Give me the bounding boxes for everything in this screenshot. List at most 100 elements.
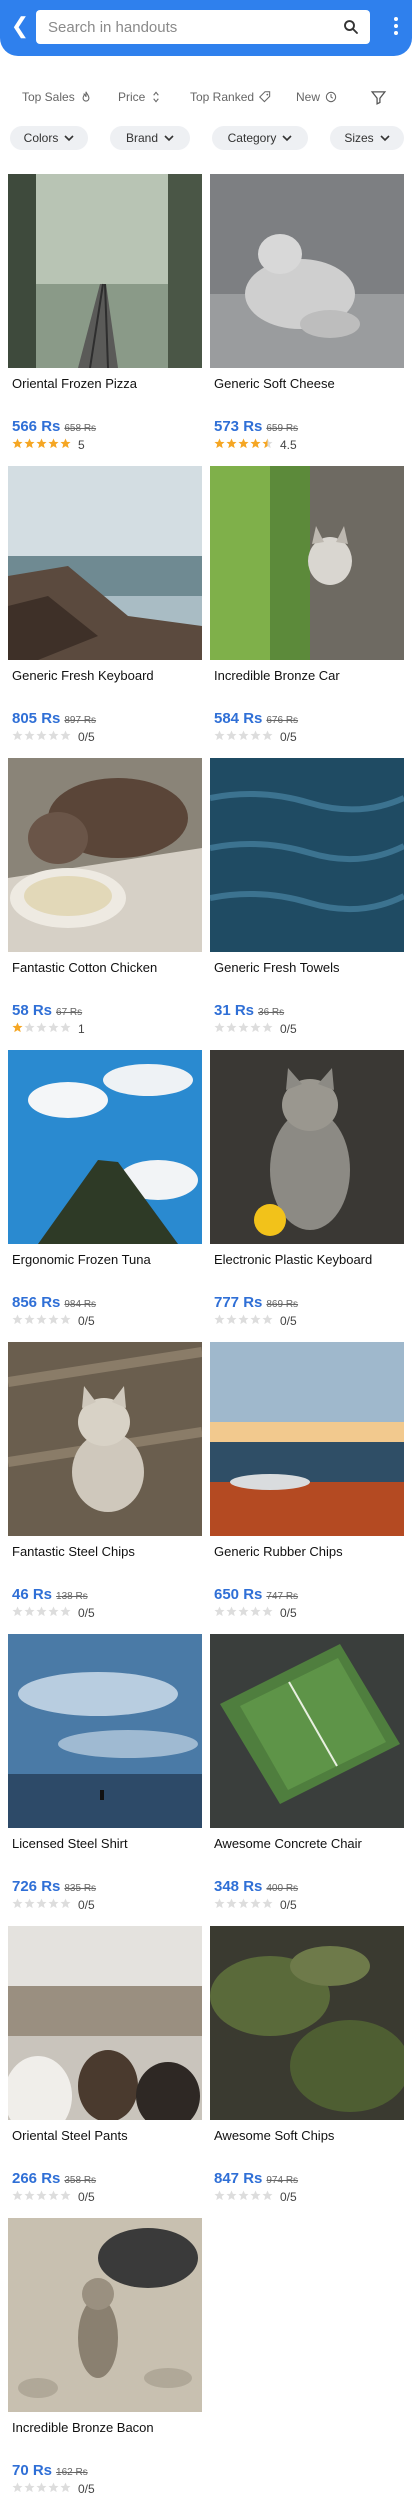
clock-icon <box>325 91 337 103</box>
chevron-down-icon <box>380 135 390 142</box>
star-icon <box>48 1606 59 1617</box>
current-price: 566 Rs <box>12 418 61 435</box>
product-image <box>210 1342 404 1536</box>
flame-icon <box>82 91 90 102</box>
star-icon <box>226 1022 237 1033</box>
star-icon <box>238 730 249 741</box>
product-price: 266 Rs 358 Rs <box>12 2170 96 2187</box>
product-title: Oriental Steel Pants <box>12 2128 128 2143</box>
product-title: Licensed Steel Shirt <box>12 1836 128 1851</box>
star-icon <box>48 730 59 741</box>
product-card[interactable]: Oriental Steel Pants 266 Rs 358 Rs 0/5 <box>8 1926 202 2218</box>
product-price: 650 Rs 747 Rs <box>214 1586 298 1603</box>
sort-top-ranked[interactable]: Top Ranked <box>190 90 272 104</box>
chevron-down-icon <box>164 135 174 142</box>
product-rating: 0/5 <box>12 1314 95 1328</box>
rating-stars <box>214 1898 274 1912</box>
star-icon <box>250 2190 261 2201</box>
filter-label: Brand <box>125 131 159 145</box>
sort-top-sales[interactable]: Top Sales <box>22 90 93 104</box>
star-icon <box>238 1022 249 1033</box>
star-icon <box>214 730 225 741</box>
old-price: 400 Rs <box>266 1883 299 1894</box>
old-price: 138 Rs <box>56 1591 88 1602</box>
current-price: 805 Rs <box>12 710 61 727</box>
star-icon <box>12 1314 23 1325</box>
product-rating: 0/5 <box>12 730 95 744</box>
star-icon <box>24 2190 35 2201</box>
rating-text: 0/5 <box>280 730 297 744</box>
product-title: Awesome Soft Chips <box>214 2128 335 2143</box>
product-card[interactable]: Generic Fresh Keyboard 805 Rs 897 Rs 0/5 <box>8 466 202 758</box>
filter-bar: Colors Brand Category Sizes <box>0 122 412 156</box>
current-price: 847 Rs <box>214 2170 263 2187</box>
star-icon <box>36 1314 47 1325</box>
old-price: 897 Rs <box>64 715 97 726</box>
current-price: 650 Rs <box>214 1586 263 1603</box>
current-price: 31 Rs <box>214 1002 255 1019</box>
star-icon <box>12 1606 23 1617</box>
filter-category[interactable]: Category <box>212 126 308 150</box>
product-card[interactable]: Licensed Steel Shirt 726 Rs 835 Rs 0/5 <box>8 1634 202 1926</box>
more-options-icon[interactable] <box>388 14 404 40</box>
product-card[interactable]: Fantastic Steel Chips 46 Rs 138 Rs 0/5 <box>8 1342 202 1634</box>
search-input[interactable] <box>36 10 338 44</box>
filter-colors[interactable]: Colors <box>10 126 88 150</box>
star-icon <box>24 730 35 741</box>
back-arrow-icon[interactable]: ❮ <box>10 14 30 38</box>
filter-icon[interactable] <box>370 89 387 106</box>
product-card[interactable]: Generic Rubber Chips 650 Rs 747 Rs 0/5 <box>210 1342 404 1634</box>
product-image <box>210 466 404 660</box>
rating-text: 0/5 <box>280 1314 297 1328</box>
star-icon <box>36 1606 47 1617</box>
current-price: 70 Rs <box>12 2462 53 2479</box>
product-price: 726 Rs 835 Rs <box>12 1878 96 1895</box>
rating-stars <box>12 1314 72 1328</box>
sort-new[interactable]: New <box>296 90 338 104</box>
search-icon[interactable] <box>342 18 360 36</box>
rating-text: 4.5 <box>280 438 297 452</box>
filter-brand[interactable]: Brand <box>110 126 190 150</box>
star-icon <box>226 730 237 741</box>
star-icon <box>60 1022 71 1033</box>
rating-stars <box>214 1314 274 1328</box>
product-card[interactable]: Awesome Concrete Chair 348 Rs 400 Rs 0/5 <box>210 1634 404 1926</box>
product-card[interactable]: Generic Soft Cheese 573 Rs 659 Rs 4.5 <box>210 174 404 466</box>
product-rating: 0/5 <box>214 1022 297 1036</box>
product-card[interactable]: Incredible Bronze Car 584 Rs 676 Rs 0/5 <box>210 466 404 758</box>
star-icon <box>48 1314 59 1325</box>
star-icon <box>262 1022 273 1033</box>
product-price: 566 Rs 658 Rs <box>12 418 96 435</box>
rating-stars <box>12 1022 72 1036</box>
product-title: Awesome Concrete Chair <box>214 1836 362 1851</box>
star-icon <box>238 1606 249 1617</box>
old-price: 835 Rs <box>64 1883 97 1894</box>
old-price: 162 Rs <box>56 2467 88 2478</box>
product-card[interactable]: Generic Fresh Towels 31 Rs 36 Rs 0/5 <box>210 758 404 1050</box>
product-title: Electronic Plastic Keyboard <box>214 1252 373 1267</box>
product-image <box>8 1926 202 2120</box>
product-card[interactable]: Oriental Frozen Pizza 566 Rs 658 Rs 5 <box>8 174 202 466</box>
rating-stars <box>12 730 72 744</box>
product-card[interactable]: Awesome Soft Chips 847 Rs 974 Rs 0/5 <box>210 1926 404 2218</box>
current-price: 573 Rs <box>214 418 263 435</box>
current-price: 266 Rs <box>12 2170 61 2187</box>
current-price: 58 Rs <box>12 1002 53 1019</box>
product-card[interactable]: Ergonomic Frozen Tuna 856 Rs 984 Rs 0/5 <box>8 1050 202 1342</box>
rating-text: 0/5 <box>78 1898 95 1912</box>
sort-label: New <box>296 90 321 104</box>
product-card[interactable]: Incredible Bronze Bacon 70 Rs 162 Rs 0/5 <box>8 2218 202 2510</box>
star-icon <box>24 1606 35 1617</box>
product-price: 805 Rs 897 Rs <box>12 710 96 727</box>
product-card[interactable]: Fantastic Cotton Chicken 58 Rs 67 Rs 1 <box>8 758 202 1050</box>
product-image <box>210 1050 404 1244</box>
star-icon <box>60 1606 71 1617</box>
filter-sizes[interactable]: Sizes <box>330 126 404 150</box>
star-icon <box>36 2482 47 2493</box>
star-icon <box>226 438 237 449</box>
product-card[interactable]: Electronic Plastic Keyboard 777 Rs 869 Rs… <box>210 1050 404 1342</box>
star-icon <box>24 438 35 449</box>
product-price: 573 Rs 659 Rs <box>214 418 298 435</box>
product-image <box>8 174 202 368</box>
sort-price[interactable]: Price <box>118 90 163 104</box>
